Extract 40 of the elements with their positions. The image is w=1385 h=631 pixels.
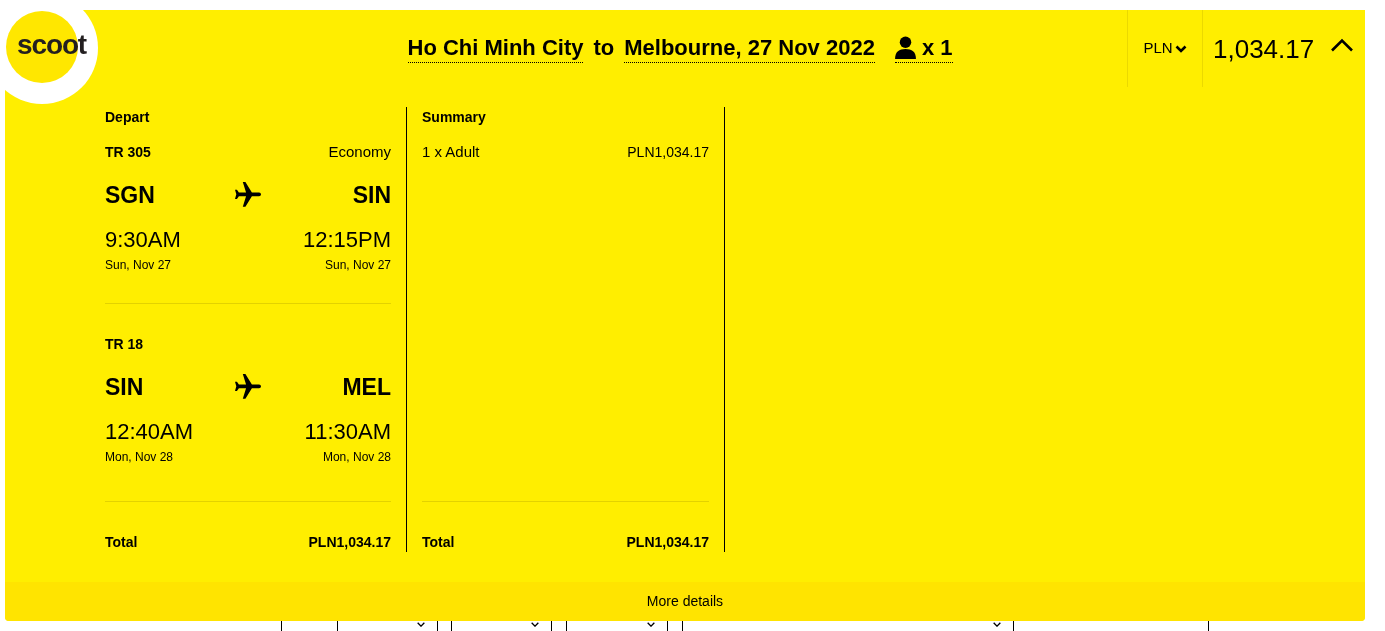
airplane-icon (235, 374, 261, 400)
total-label: Total (105, 532, 138, 552)
chevron-down-icon (416, 622, 426, 627)
total-amount: PLN1,034.17 (308, 532, 391, 552)
chevron-down-icon (1174, 44, 1187, 53)
departure-time: 12:40AM (105, 421, 194, 443)
arrival-time: 12:15PM (302, 229, 391, 251)
fare-line-label: 1 x Adult (422, 141, 480, 162)
dropdown-field[interactable] (451, 621, 552, 631)
section-title: Summary (422, 107, 486, 127)
more-details-button[interactable]: More details (5, 582, 1365, 621)
total-price-button[interactable]: 1,034.17 (1202, 10, 1365, 87)
passengers-button[interactable]: x 1 (894, 34, 953, 63)
arrival-date: Mon, Nov 28 (322, 451, 391, 463)
flight-number: TR 305 (105, 142, 151, 162)
arrival-time: 11:30AM (304, 421, 391, 443)
airport-code: SGN (105, 183, 156, 207)
airplane-icon (235, 182, 261, 208)
origin-button[interactable]: Ho Chi Minh City (407, 34, 584, 63)
flight-number: TR 18 (105, 334, 144, 354)
arrival-date: Sun, Nov 27 (324, 259, 391, 271)
airport-code: SIN (105, 375, 145, 399)
departure-date: Sun, Nov 27 (105, 259, 172, 271)
currency-dropdown[interactable]: PLN (1127, 10, 1202, 87)
departure-date: Mon, Nov 28 (105, 451, 174, 463)
connector-text: to (593, 34, 615, 62)
dropdown-field[interactable] (566, 621, 668, 631)
person-icon (894, 36, 916, 59)
departure-time: 9:30AM (105, 229, 181, 251)
airport-code: MEL (341, 375, 391, 399)
total-label: Total (422, 532, 455, 552)
chevron-down-icon (646, 622, 656, 627)
cabin-class: Economy (328, 141, 391, 162)
airport-code: SIN (351, 183, 391, 207)
chevron-down-icon (992, 622, 1002, 627)
chevron-down-icon (530, 622, 540, 627)
fare-line-amount: PLN1,034.17 (627, 142, 709, 162)
total-amount: PLN1,034.17 (626, 532, 709, 552)
section-title: Depart (105, 107, 150, 127)
destination-date-button[interactable]: Melbourne, 27 Nov 2022 (624, 34, 875, 63)
